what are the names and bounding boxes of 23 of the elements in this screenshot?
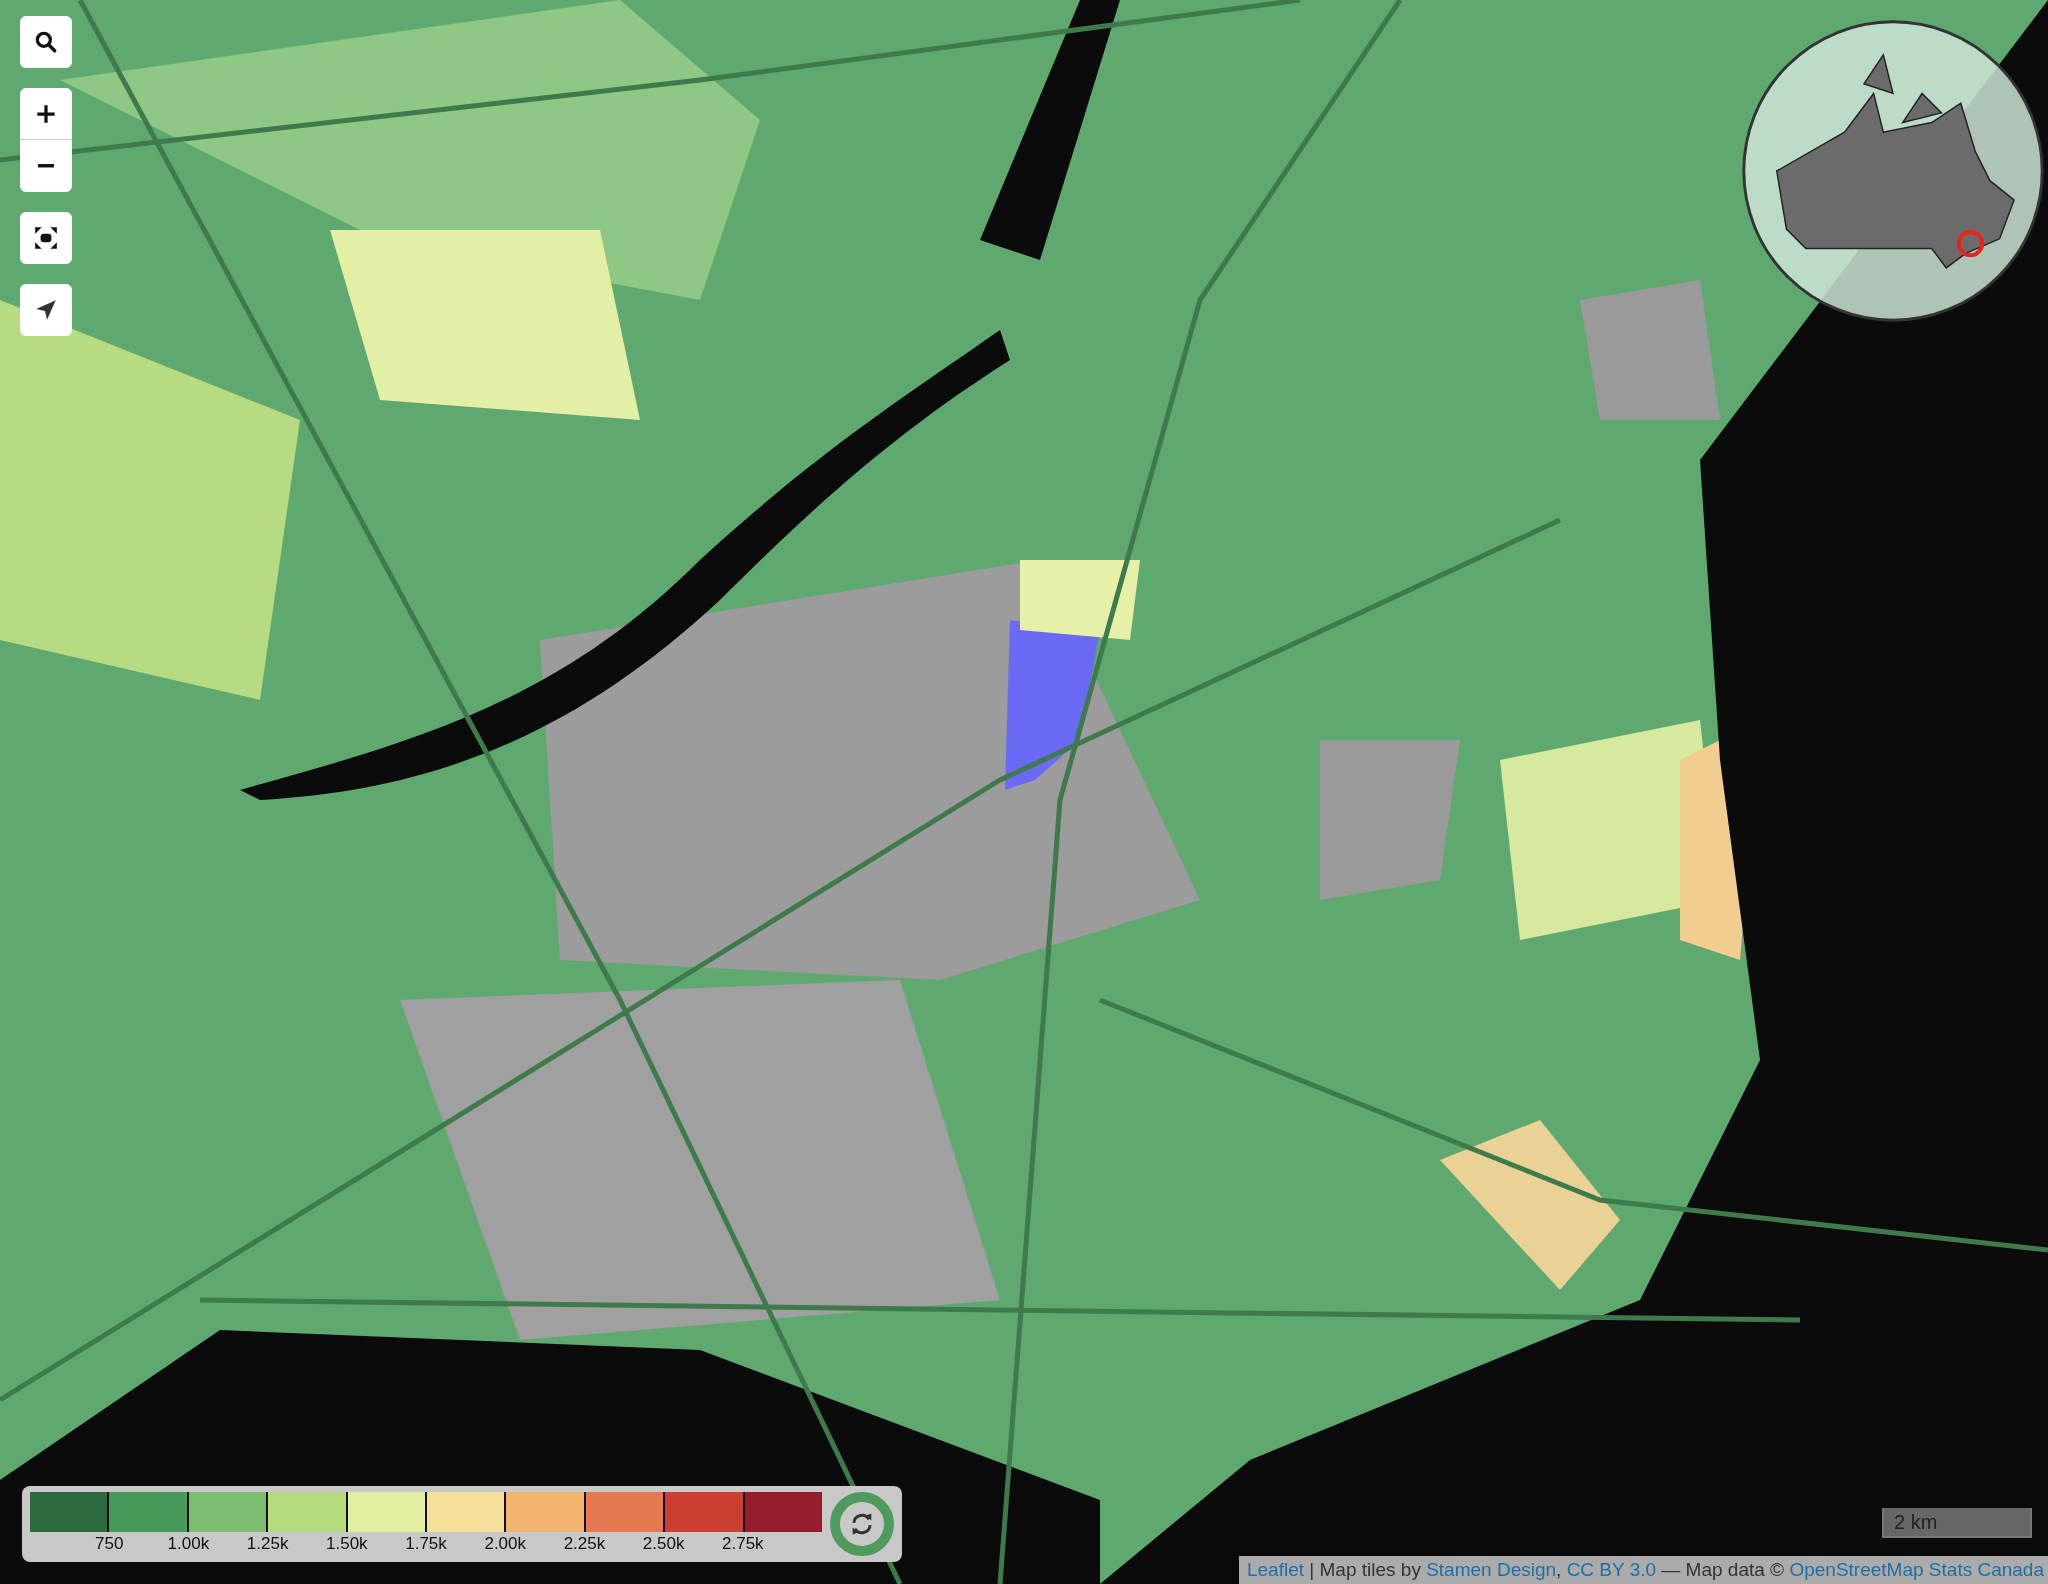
attribution-link[interactable]: Stamen Design	[1426, 1559, 1557, 1580]
zoom-in-button[interactable]	[20, 88, 72, 140]
legend-label: 1.00k	[167, 1533, 210, 1555]
locate-button[interactable]	[20, 284, 72, 336]
search-icon	[33, 29, 59, 55]
legend-label: 2.75k	[722, 1533, 764, 1555]
attribution-link[interactable]: Leaflet	[1246, 1559, 1304, 1580]
fullscreen-button[interactable]	[20, 212, 72, 264]
legend-label: 1.75k	[405, 1533, 447, 1555]
minus-icon	[38, 164, 54, 168]
legend-label: 750	[95, 1533, 124, 1555]
search-button[interactable]	[20, 16, 72, 68]
legend-label: 2.25k	[563, 1533, 606, 1555]
attribution-text: Leaflet | Map tiles by Stamen Design, CC BY 3.0 — Map data © OpenStreetMap Stats Canada	[1238, 1556, 2048, 1584]
attribution-link[interactable]: Stats Canada	[1928, 1559, 2044, 1580]
legend-label: 2.50k	[642, 1533, 685, 1555]
fullscreen-icon	[33, 225, 59, 251]
legend-label: 1.25k	[246, 1533, 289, 1555]
legend-label: 1.50k	[326, 1533, 368, 1555]
attribution-link[interactable]: OpenStreetMap	[1789, 1559, 1924, 1580]
legend-label: 2.00k	[484, 1533, 526, 1555]
scale-bar: 2 km	[1882, 1508, 2032, 1538]
attribution-link[interactable]: CC BY 3.0	[1566, 1559, 1657, 1580]
